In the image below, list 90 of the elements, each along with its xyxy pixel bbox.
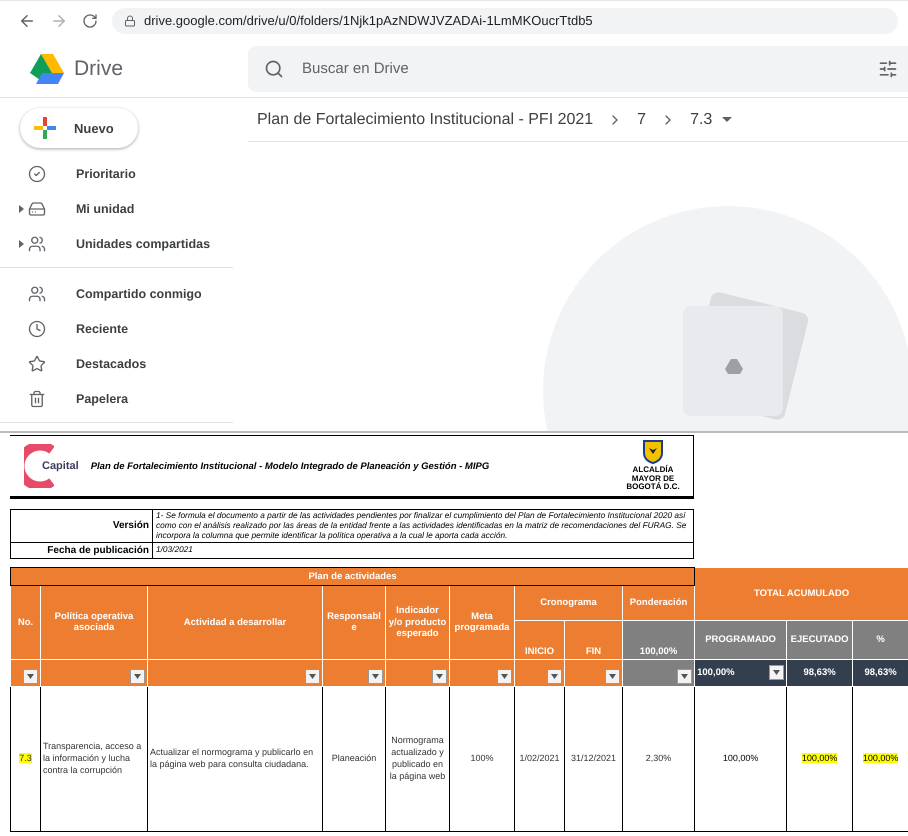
column-header: INICIO — [514, 620, 564, 660]
search-input[interactable]: Buscar en Drive — [300, 59, 862, 78]
logo-caption: ALCALDÍA MAYOR DE BOGOTÁ D.C. — [625, 466, 681, 492]
column-header: Ponderación — [622, 585, 695, 620]
column-header: Política operativa asociada — [40, 585, 148, 660]
group-header: Cronograma — [514, 585, 622, 620]
caret-icon — [134, 674, 141, 679]
filter-button[interactable] — [130, 668, 145, 684]
nav-item[interactable]: Mi unidad — [0, 191, 233, 226]
breadcrumb-item[interactable]: Plan de Fortalecimiento Institucional - PFI 2021 — [257, 110, 594, 128]
filter-button[interactable] — [547, 668, 562, 684]
drive-logo — [30, 54, 64, 84]
filter-button[interactable] — [432, 668, 447, 684]
column-header: No. — [10, 585, 40, 660]
version-text: 1- Se formula el documento a partir de las actividades pendientes por finalizar el cumplimiento del Plan de Fortalecimiento Institucional 2020 así como con el análisis realizado por las áreas de la entidad frente a las actividades identificadas en la matriz de recomendaciones del FURAG. Se incorpora la columna que permite identificar la política operativa a la cual le aporta cada acción. — [152, 510, 694, 542]
filter-button[interactable] — [769, 665, 784, 680]
nav-item[interactable]: Destacados — [0, 346, 233, 381]
new-button[interactable]: Nuevo — [20, 108, 138, 148]
coat-of-arms-icon — [643, 440, 663, 464]
caret-icon[interactable] — [19, 204, 24, 212]
people-icon — [28, 284, 46, 302]
caret-icon — [372, 674, 379, 679]
caret-icon — [27, 674, 34, 679]
breadcrumb-item[interactable]: 7.3 — [690, 110, 732, 128]
total-value: 98,63% — [803, 667, 836, 678]
lock-icon — [124, 14, 136, 26]
nav-item[interactable]: Unidades compartidas — [0, 226, 233, 261]
table-cell: 7.3 — [19, 753, 32, 764]
table-cell: 100,00% — [722, 753, 758, 764]
caret-icon[interactable] — [19, 240, 24, 248]
column-header: FIN — [564, 620, 622, 660]
column-header: PROGRAMADO — [694, 620, 787, 660]
caret-icon — [773, 670, 780, 676]
trash-icon — [28, 390, 46, 408]
column-header: % — [852, 620, 908, 660]
logo-text: Capital — [42, 460, 79, 472]
search-field[interactable]: Buscar en Drive — [248, 46, 908, 92]
plus-icon — [34, 117, 56, 139]
sheet-title: Plan de Fortalecimiento Institucional - Modelo Integrado de Planeación y Gestión - MIPG — [90, 460, 490, 472]
date-label: Fecha de publicación — [10, 542, 152, 558]
nav-item[interactable]: Papelera — [0, 381, 233, 416]
filter-button[interactable] — [497, 668, 512, 684]
column-header: Indicador y/o producto esperado — [386, 585, 450, 660]
nav-item[interactable]: Reciente — [0, 311, 233, 346]
table-cell: Normograma actualizado y publicado en la página web — [390, 735, 446, 781]
nav-item[interactable]: Prioritario — [0, 156, 233, 191]
caret-icon — [309, 674, 316, 679]
section-header: Plan de actividades — [10, 567, 695, 586]
table-cell: Transparencia, acceso a la información y lucha contra la corrupción — [43, 741, 142, 775]
table-cell: 1/02/2021 — [519, 753, 560, 764]
column-header: Meta programada — [450, 585, 514, 660]
caret-icon — [609, 674, 616, 679]
address-bar[interactable]: drive.google.com/drive/u/0/folders/1Njk1pAzNDWJVZADAi-1LmMKOucrTtdb5 — [112, 8, 898, 34]
caret-icon — [722, 117, 732, 122]
filter-button[interactable] — [677, 668, 692, 684]
drive-icon — [28, 200, 46, 218]
check-circle-icon — [28, 164, 46, 182]
table-cell: Actualizar el normograma y publicarlo en la página web para consulta ciudadana. — [150, 747, 314, 769]
table-cell: 31/12/2021 — [570, 753, 616, 764]
settings-icon[interactable] — [878, 58, 898, 78]
column-header: Actividad a desarrollar — [148, 585, 322, 660]
app-name: Drive — [74, 56, 124, 80]
clock-icon — [28, 320, 46, 338]
table-cell: Planeación — [332, 753, 376, 764]
filter-button[interactable] — [23, 668, 38, 684]
caret-icon — [436, 674, 443, 679]
date-value: 1/03/2021 — [152, 542, 694, 558]
column-header: EJECUTADO — [786, 620, 853, 660]
caret-icon — [681, 674, 688, 679]
total-value: 98,63% — [864, 667, 897, 678]
reload-icon[interactable] — [82, 12, 98, 28]
filter-button[interactable] — [368, 668, 383, 684]
table-cell: 100,00% — [862, 753, 898, 764]
version-label: Versión — [10, 510, 152, 542]
weighting-total: 100,00% — [622, 620, 695, 660]
totals-header: TOTAL ACUMULADO — [694, 567, 908, 620]
caret-icon — [501, 674, 508, 679]
total-value: 100,00% — [697, 667, 735, 678]
table-cell: 100,00% — [802, 753, 838, 764]
filter-button[interactable] — [305, 668, 320, 684]
table-cell: 100% — [470, 753, 494, 764]
search-icon — [264, 58, 284, 78]
table-cell: 2,30% — [646, 753, 672, 764]
column-header: Responsable — [322, 585, 386, 660]
caret-icon — [551, 674, 558, 679]
people-icon — [28, 234, 46, 252]
star-icon — [28, 354, 46, 372]
filter-button[interactable] — [605, 668, 620, 684]
breadcrumb-item[interactable]: 7 — [637, 110, 646, 128]
nav-item[interactable]: Compartido conmigo — [0, 276, 233, 311]
